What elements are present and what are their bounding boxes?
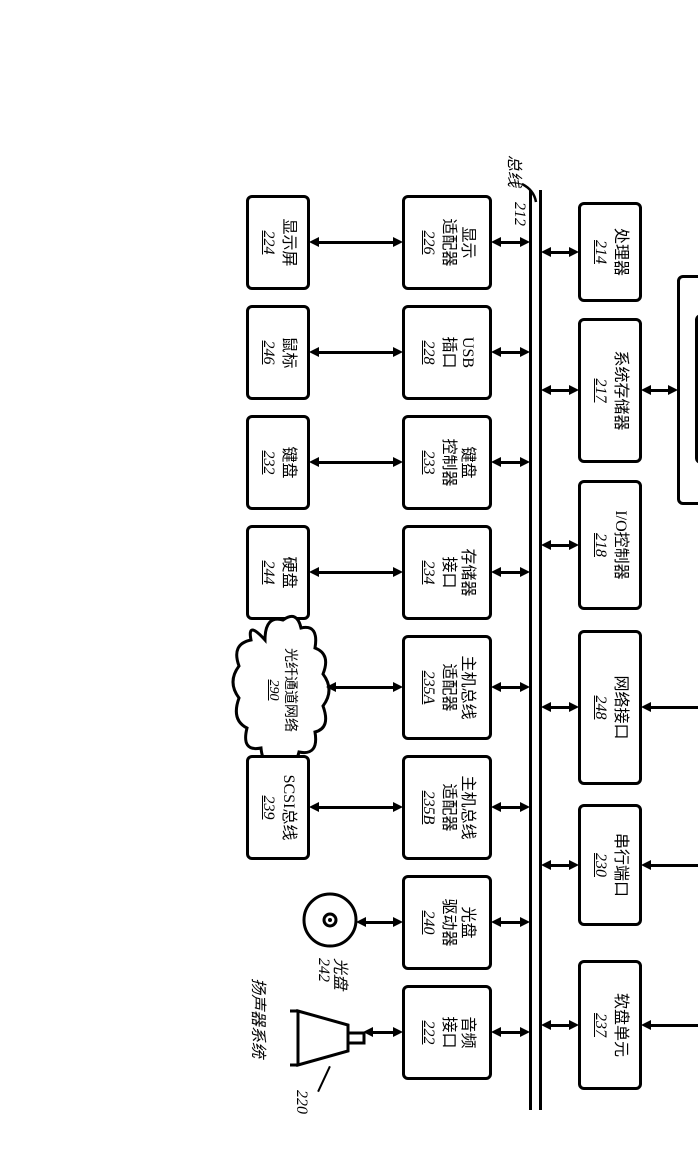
speaker-icon [280, 993, 370, 1083]
optdrv-label: 光盘 驱动器 [439, 898, 476, 946]
sysmem-label: 系统存储器 [611, 350, 629, 430]
keyboard-box: 键盘 232 [246, 415, 310, 510]
hdd-label: 硬盘 [279, 556, 297, 588]
floppyunit-ref: 237 [591, 1013, 609, 1037]
audio-box: 音频 接口 222 [402, 985, 492, 1080]
scsi-box: SCSI总线 239 [246, 755, 310, 860]
cpu-ref: 214 [591, 240, 609, 264]
display-adapter-box: 显示 适配器 226 [402, 195, 492, 290]
ioctrl-label: I/O控制器 [611, 510, 629, 579]
usb-box: USB 插口 228 [402, 305, 492, 400]
hbaa-ref: 235A [418, 671, 436, 705]
display-box: 显示屏 224 [246, 195, 310, 290]
cloud-label: 光纤通道网络 290 [265, 610, 301, 770]
hba-b-box: 主机总线 适配器 235B [402, 755, 492, 860]
bus-line-top [539, 190, 542, 1110]
ioctrl-box: I/O控制器 218 [578, 480, 642, 610]
mouse-label: 鼠标 [279, 336, 297, 368]
cpu-label: 处理器 [611, 228, 629, 276]
dns-outer-box: DNS 安全系统 [677, 275, 698, 505]
sysmem-ref: 217 [591, 379, 609, 403]
hdd-box: 硬盘 244 [246, 525, 310, 620]
storif-ref: 234 [418, 561, 436, 585]
floppyunit-box: 软盘单元 237 [578, 960, 642, 1090]
bus-line-bot [529, 190, 532, 1110]
netif-box: 网络接口 248 [578, 630, 642, 785]
fc-cloud: 光纤通道网络 290 [225, 610, 335, 770]
kbctrl-label: 键盘 控制器 [439, 438, 476, 486]
sysmem-box: 系统存储器 217 [578, 318, 642, 463]
dispad-ref: 226 [418, 231, 436, 255]
display-label: 显示屏 [279, 218, 297, 266]
floppyunit-label: 软盘单元 [611, 993, 629, 1057]
scsi-ref: 239 [259, 796, 277, 820]
mouse-ref: 246 [259, 341, 277, 365]
hbab-ref: 235B [418, 791, 436, 825]
keyboard-ref: 232 [259, 451, 277, 475]
ioctrl-ref: 218 [591, 533, 609, 557]
mouse-box: 鼠标 246 [246, 305, 310, 400]
kbctrl-ref: 233 [418, 451, 436, 475]
optdisc-label: 光盘 [330, 958, 354, 990]
hba-a-box: 主机总线 适配器 235A [402, 635, 492, 740]
keyboard-label: 键盘 [279, 446, 297, 478]
kbctrl-box: 键盘 控制器 233 [402, 415, 492, 510]
optdrv-box: 光盘 驱动器 240 [402, 875, 492, 970]
optdisc-ref: 242 [314, 958, 332, 982]
dispad-label: 显示 适配器 [439, 218, 476, 266]
netif-label: 网络接口 [611, 675, 629, 739]
serial-box: 串行端口 230 [578, 804, 642, 926]
speaker-ref: 220 [292, 1090, 310, 1114]
cpu-box: 处理器 214 [578, 202, 642, 302]
usb-ref: 228 [418, 341, 436, 365]
disc-icon [300, 890, 360, 950]
usb-label: USB 插口 [439, 336, 476, 368]
system-diagram: 210 DNS 安全系统 101 调制解调器 247 软盘 238 处理器 21… [152, 150, 698, 1150]
audio-ref: 222 [418, 1021, 436, 1045]
audio-label: 音频 接口 [439, 1016, 476, 1048]
storif-label: 存储器 接口 [439, 548, 476, 596]
display-ref: 224 [259, 231, 277, 255]
serial-ref: 230 [591, 853, 609, 877]
hdd-ref: 244 [259, 561, 277, 585]
hbab-label: 主机总线 适配器 [439, 775, 476, 839]
storif-box: 存储器 接口 234 [402, 525, 492, 620]
serial-label: 串行端口 [611, 833, 629, 897]
netif-ref: 248 [591, 696, 609, 720]
optdrv-ref: 240 [418, 911, 436, 935]
scsi-label: SCSI总线 [279, 775, 297, 841]
bus-pointer [516, 182, 546, 232]
speaker-label: 扬声器系统 [248, 978, 272, 1058]
hbaa-label: 主机总线 适配器 [439, 655, 476, 719]
